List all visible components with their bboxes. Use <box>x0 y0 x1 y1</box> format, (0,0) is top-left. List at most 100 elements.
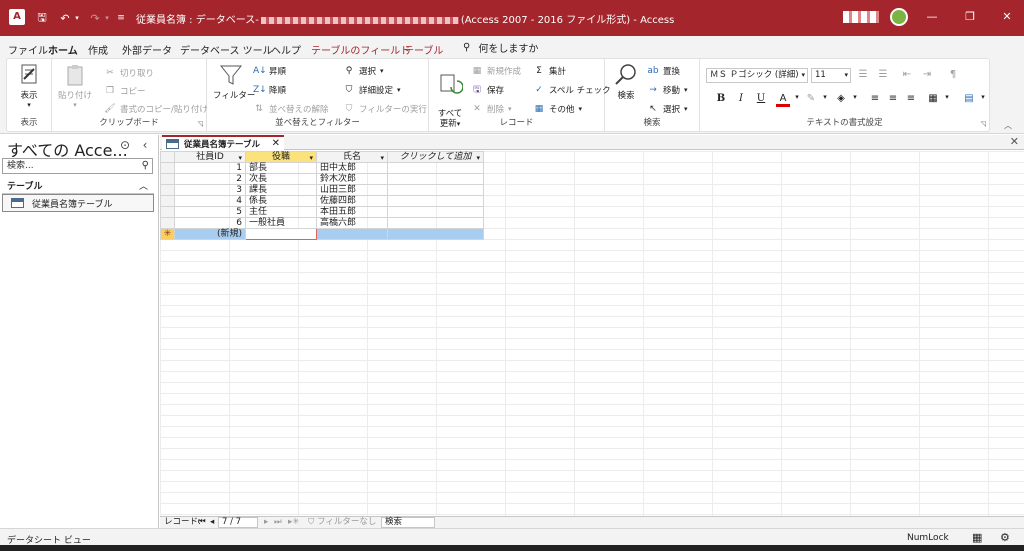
chevron-down-icon[interactable]: ▾ <box>940 93 954 101</box>
cell-add-field[interactable] <box>387 173 484 185</box>
table-row[interactable]: 4 係長 佐藤四郎 <box>160 195 484 207</box>
column-header-role[interactable]: 役職 ▾ <box>245 151 317 163</box>
first-record-icon[interactable]: ⏮ <box>198 517 206 528</box>
column-header-employee-id[interactable]: 社員ID ▾ <box>174 151 246 163</box>
cell-name[interactable]: 山田三郎 <box>316 184 388 196</box>
previous-record-icon[interactable]: ◂ <box>210 517 214 528</box>
design-view-icon[interactable]: ⚙ <box>1000 531 1010 544</box>
cell-employee-id[interactable]: 4 <box>174 195 246 207</box>
chevron-down-icon[interactable]: ▾ <box>818 93 832 101</box>
numbering-icon[interactable]: ☰ <box>876 69 890 80</box>
alternate-row-color-icon[interactable]: ▤ <box>962 93 976 104</box>
nav-search-input[interactable]: 検索... ⚲ <box>2 158 153 174</box>
goto-button[interactable]: → 移動 ▾ <box>647 84 687 96</box>
more-button[interactable]: ▦ その他 ▾ <box>533 103 582 115</box>
paragraph-direction-icon[interactable]: ¶ <box>946 69 960 80</box>
nav-item-employee-table[interactable]: 従業員名簿テーブル <box>2 194 154 212</box>
redo-dropdown-icon[interactable]: ▾ <box>103 9 111 27</box>
tab-file[interactable]: ファイル <box>8 42 48 57</box>
redo-icon[interactable]: ↷ <box>86 9 104 27</box>
cell-name[interactable]: 田中太郎 <box>316 162 388 174</box>
cell-add-field[interactable] <box>387 195 484 207</box>
chevron-down-icon[interactable]: ▾ <box>790 93 804 101</box>
document-tab-employee-table[interactable]: 従業員名簿テーブル ✕ <box>162 135 284 150</box>
row-selector[interactable] <box>160 217 175 229</box>
access-app-icon[interactable]: A <box>9 9 25 25</box>
view-button[interactable]: 表示 ▾ <box>15 63 43 109</box>
tab-table-fields[interactable]: テーブルのフィールド <box>311 42 410 57</box>
table-row[interactable]: 2 次長 鈴木次郎 <box>160 173 484 185</box>
column-header-name[interactable]: 氏名 ▾ <box>316 151 388 163</box>
font-size-select[interactable]: 11 ▾ <box>811 68 851 83</box>
totals-button[interactable]: Σ 集計 <box>533 65 566 77</box>
redacted-user-name[interactable] <box>843 11 879 23</box>
replace-button[interactable]: ab 置換 <box>647 65 680 77</box>
cell-role[interactable]: 一般社員 <box>245 217 317 229</box>
toggle-filter-button[interactable]: ⛉ フィルターの実行 <box>343 103 427 115</box>
table-row[interactable]: 3 課長 山田三郎 <box>160 184 484 196</box>
selection-filter-button[interactable]: ⚲ 選択 ▾ <box>343 65 384 77</box>
cell-add-field[interactable] <box>387 162 484 174</box>
avatar[interactable] <box>890 8 908 26</box>
row-selector[interactable] <box>160 184 175 196</box>
close-document-icon[interactable]: ✕ <box>1010 135 1019 148</box>
current-record-input[interactable]: 7 / 7 <box>218 517 258 528</box>
new-record-button[interactable]: ▦ 新規作成 <box>471 65 521 77</box>
cell-role-editing[interactable] <box>245 228 317 240</box>
column-dropdown-icon[interactable]: ▾ <box>380 153 384 163</box>
table-row[interactable]: 1 部長 田中太郎 <box>160 162 484 174</box>
background-color-icon[interactable]: ◈ <box>834 93 848 104</box>
font-color-icon[interactable]: A <box>776 93 790 107</box>
cell-role[interactable]: 係長 <box>245 195 317 207</box>
cell-new-label[interactable]: (新規) <box>174 228 246 240</box>
undo-icon[interactable]: ↶ <box>56 9 74 27</box>
row-selector[interactable] <box>160 195 175 207</box>
cell-name[interactable]: 高橋六郎 <box>316 217 388 229</box>
italic-icon[interactable]: I <box>734 93 748 104</box>
new-record-row[interactable]: ✳ (新規) <box>160 228 484 240</box>
nav-section-tables[interactable]: テーブル ︿ <box>2 180 154 194</box>
sort-ascending-button[interactable]: A↓ 昇順 <box>253 65 286 77</box>
chevron-down-icon[interactable]: ▾ <box>976 93 990 101</box>
sort-descending-button[interactable]: Z↓ 降順 <box>253 84 286 96</box>
restore-button[interactable]: ❐ <box>962 10 978 23</box>
tab-external-data[interactable]: 外部データ <box>122 42 172 57</box>
cell-role[interactable]: 主任 <box>245 206 317 218</box>
cell-employee-id[interactable]: 6 <box>174 217 246 229</box>
last-record-icon[interactable]: ⏭ <box>274 517 282 528</box>
datasheet-view-icon[interactable]: ▦ <box>972 531 982 544</box>
column-dropdown-icon[interactable]: ▾ <box>476 153 480 163</box>
column-dropdown-icon[interactable]: ▾ <box>238 153 242 163</box>
select-button[interactable]: ↖ 選択 ▾ <box>647 103 687 115</box>
find-button[interactable]: 検索 <box>611 63 641 101</box>
customize-qat-icon[interactable]: ≡ <box>116 9 126 27</box>
clipboard-launcher-icon[interactable]: ◹ <box>198 120 203 128</box>
tab-database-tools[interactable]: データベース ツール <box>180 42 273 57</box>
align-right-icon[interactable]: ≡ <box>904 93 918 104</box>
collapse-ribbon-icon[interactable]: ︿ <box>1004 120 1012 131</box>
text-format-launcher-icon[interactable]: ◹ <box>981 120 986 128</box>
nav-menu-icon[interactable]: ⊙ <box>118 138 132 152</box>
search-icon[interactable]: ⚲ <box>142 159 149 173</box>
record-search-input[interactable]: 検索 <box>381 517 435 528</box>
new-record-nav-icon[interactable]: ▸✳ <box>288 517 299 528</box>
cell-employee-id[interactable]: 1 <box>174 162 246 174</box>
highlight-icon[interactable]: ✎ <box>804 93 818 104</box>
filter-status[interactable]: ⛉ フィルターなし <box>308 517 376 528</box>
cell-role[interactable]: 部長 <box>245 162 317 174</box>
clear-sort-button[interactable]: ⇅ 並べ替えの解除 <box>253 103 328 115</box>
increase-indent-icon[interactable]: ⇥ <box>920 69 934 80</box>
tell-me-box[interactable]: ⚲ 何をしますか <box>463 40 538 55</box>
advanced-filter-button[interactable]: ⛉ 詳細設定 ▾ <box>343 84 401 96</box>
save-record-button[interactable]: 🖫 保存 <box>471 84 504 96</box>
cut-button[interactable]: ✂ 切り取り <box>104 67 154 79</box>
cell-add-field[interactable] <box>387 217 484 229</box>
cell-name[interactable]: 本田五郎 <box>316 206 388 218</box>
font-name-select[interactable]: ＭＳ Ｐゴシック (詳細) ▾ <box>706 68 808 83</box>
column-header-add-field[interactable]: クリックして追加 ▾ <box>387 151 484 163</box>
tab-create[interactable]: 作成 <box>88 42 108 57</box>
undo-dropdown-icon[interactable]: ▾ <box>73 9 81 27</box>
delete-record-button[interactable]: ✕ 削除 ▾ <box>471 103 511 115</box>
table-row[interactable]: 6 一般社員 高橋六郎 <box>160 217 484 229</box>
cell-add-field[interactable] <box>387 228 484 240</box>
